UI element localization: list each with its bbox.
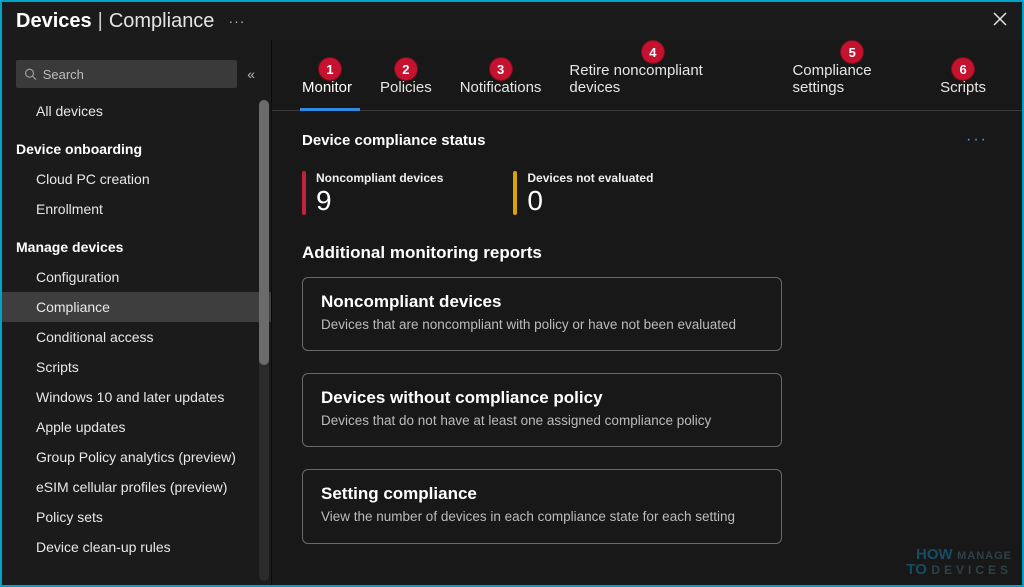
report-card-title: Noncompliant devices [321,292,763,312]
watermark: HOW MANAGE TO DEVICES [906,547,1012,578]
nav-item[interactable]: Compliance [2,292,271,322]
search-box[interactable] [16,60,237,88]
annotation-badge: 4 [641,40,665,64]
report-card-title: Devices without compliance policy [321,388,763,408]
nav-item[interactable]: Device clean-up rules [2,532,271,562]
nav-section-header: Manage devices [2,232,271,262]
nav-item[interactable]: All devices [2,96,271,126]
annotation-badge: 2 [394,57,418,81]
stat-bar-yellow [513,171,517,215]
nav-item[interactable]: Enrollment [2,194,271,224]
header-more-button[interactable]: ··· [214,13,245,29]
annotation-badge: 1 [318,57,342,81]
stat-notevaluated-value: 0 [527,187,653,215]
tab-label: Retire noncompliant devices [569,62,702,96]
tab[interactable]: 4Retire noncompliant devices [555,62,750,110]
tab[interactable]: 5Compliance settings [778,62,926,110]
tab-label: Monitor [302,79,352,96]
nav-item[interactable]: Policy sets [2,502,271,532]
nav-item[interactable]: Conditional access [2,322,271,352]
reports-title: Additional monitoring reports [302,243,992,263]
tab-label: Compliance settings [792,62,871,96]
report-card[interactable]: Noncompliant devices Devices that are non… [302,277,782,351]
blade-header: Devices | Compliance ··· [2,2,1022,40]
report-card-title: Setting compliance [321,484,763,504]
report-card-desc: View the number of devices in each compl… [321,508,763,526]
tab-label: Policies [380,79,432,96]
stat-noncompliant-label: Noncompliant devices [316,171,443,185]
close-button[interactable] [992,11,1008,32]
tab[interactable]: 6Scripts [926,79,1000,110]
nav-item[interactable]: Apple updates [2,412,271,442]
nav-item[interactable]: Scripts [2,352,271,382]
search-input[interactable] [43,67,229,82]
annotation-badge: 6 [951,57,975,81]
tab[interactable]: 1Monitor [294,79,366,110]
tab-label: Scripts [940,79,986,96]
stat-bar-red [302,171,306,215]
report-card-desc: Devices that are noncompliant with polic… [321,316,763,334]
nav-item[interactable]: eSIM cellular profiles (preview) [2,472,271,502]
status-more-button[interactable]: ··· [966,131,992,149]
tab[interactable]: 3Notifications [446,79,556,110]
title-separator: | [92,10,109,33]
stat-notevaluated[interactable]: Devices not evaluated 0 [513,171,653,215]
nav-item[interactable]: Group Policy analytics (preview) [2,442,271,472]
stat-notevaluated-label: Devices not evaluated [527,171,653,185]
stat-noncompliant-value: 9 [316,187,443,215]
sidebar-scrollbar[interactable] [259,100,269,581]
nav-section-header: Device onboarding [2,134,271,164]
nav-item[interactable]: Cloud PC creation [2,164,271,194]
report-card[interactable]: Setting compliance View the number of dev… [302,469,782,543]
search-icon [24,67,37,81]
collapse-sidebar-button[interactable]: « [237,66,261,82]
nav-item[interactable]: Windows 10 and later updates [2,382,271,412]
tab-bar: 1Monitor2Policies3Notifications4Retire n… [272,40,1022,111]
annotation-badge: 3 [489,57,513,81]
close-icon [992,11,1008,27]
status-section-title: Device compliance status [302,132,485,149]
tab-label: Notifications [460,79,542,96]
main-content: 1Monitor2Policies3Notifications4Retire n… [272,40,1022,585]
annotation-badge: 5 [840,40,864,64]
sidebar-nav: All devices Device onboardingCloud PC cre… [2,96,271,585]
stat-noncompliant[interactable]: Noncompliant devices 9 [302,171,443,215]
nav-item[interactable]: Configuration [2,262,271,292]
report-card[interactable]: Devices without compliance policy Devices… [302,373,782,447]
title-sub: Compliance [109,10,215,33]
tab[interactable]: 2Policies [366,79,446,110]
report-card-desc: Devices that do not have at least one as… [321,412,763,430]
sidebar: « All devices Device onboardingCloud PC c… [2,40,272,585]
title-main: Devices [16,10,92,33]
